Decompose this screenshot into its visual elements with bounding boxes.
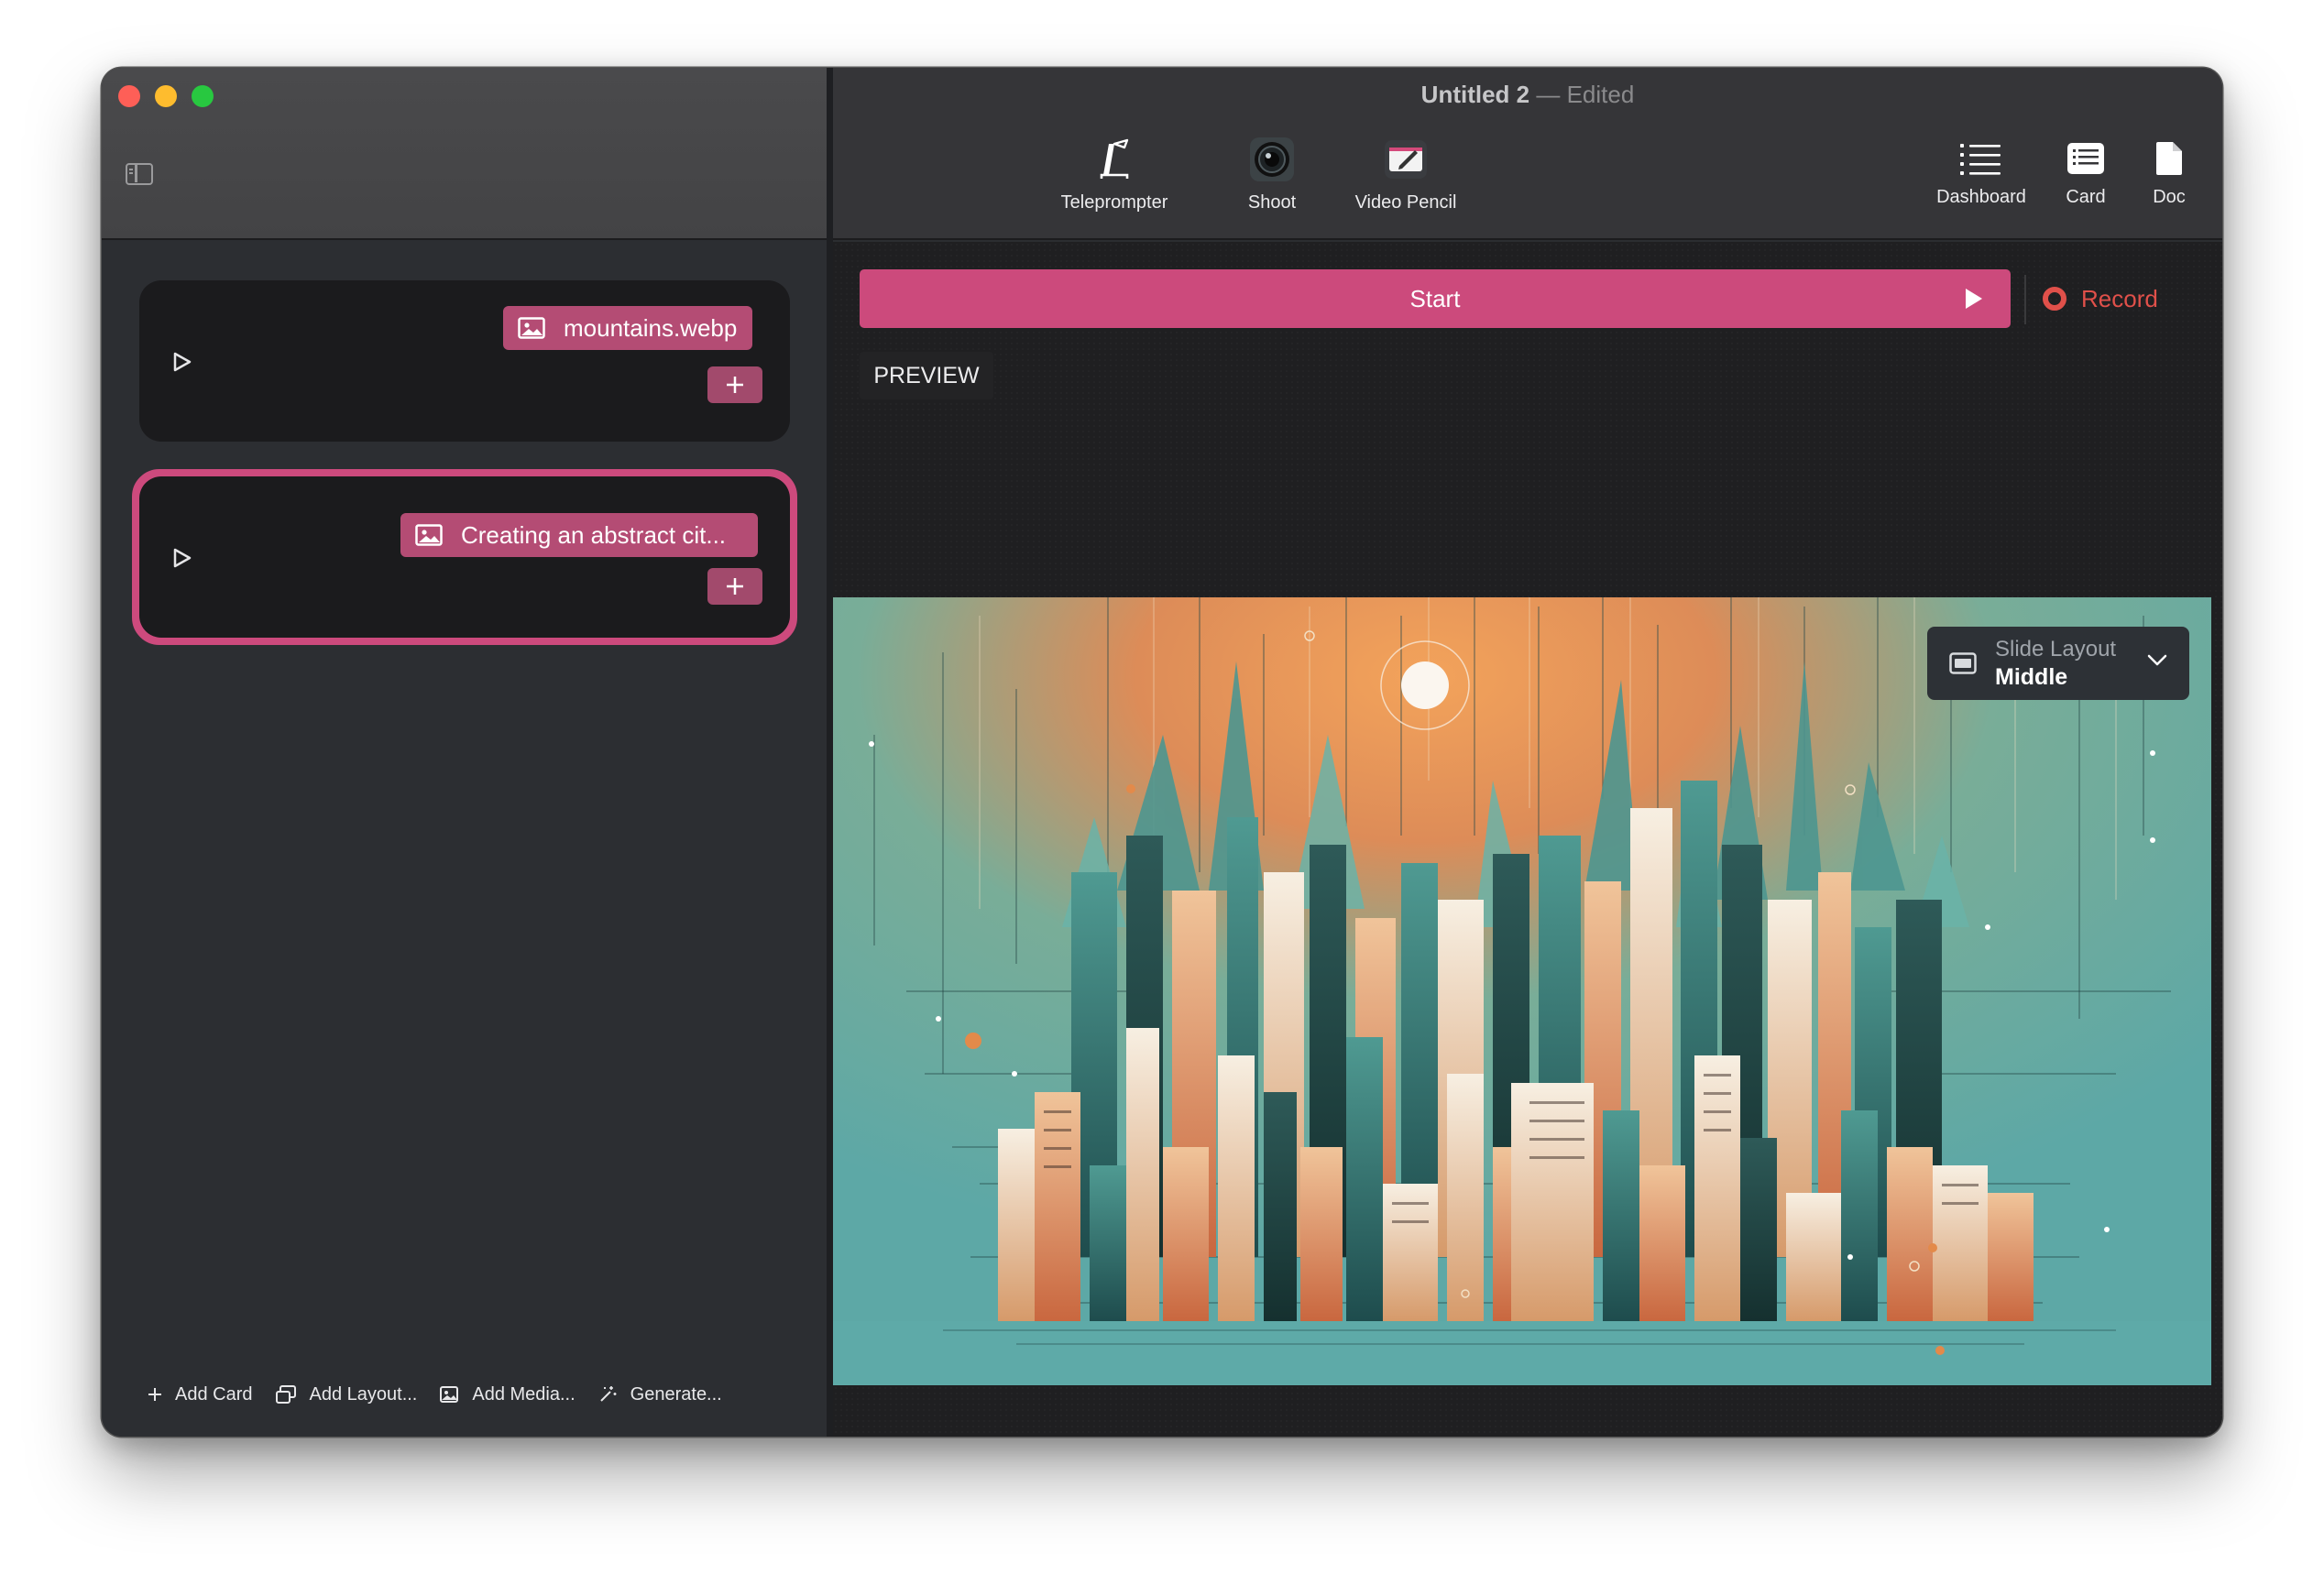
video-pencil-button[interactable]: Video Pencil bbox=[1337, 134, 1474, 213]
sparkle-wand-icon bbox=[599, 1386, 617, 1402]
window-title: Untitled 2 — Edited bbox=[833, 81, 2222, 109]
video-pencil-icon bbox=[1385, 140, 1427, 179]
doc-icon bbox=[2156, 142, 2182, 175]
sidebar: mountains.webp Creating an abstract cit. bbox=[102, 68, 827, 1437]
media-chip[interactable]: mountains.webp bbox=[503, 306, 753, 350]
slide-layout-icon bbox=[1949, 652, 1977, 674]
record-button[interactable]: Record bbox=[2043, 269, 2158, 328]
video-pencil-label: Video Pencil bbox=[1354, 192, 1457, 213]
chevron-down-icon bbox=[2147, 654, 2167, 666]
slide-layout-label: Slide Layout bbox=[1995, 637, 2117, 661]
card-label: Card bbox=[2066, 187, 2106, 207]
add-to-card-button[interactable] bbox=[707, 568, 762, 605]
add-card-label: Add Card bbox=[175, 1383, 253, 1405]
teleprompter-button[interactable]: Teleprompter bbox=[1052, 134, 1177, 213]
start-button[interactable]: Start bbox=[860, 269, 2011, 328]
media-chip[interactable]: Creating an abstract cit... bbox=[400, 513, 758, 557]
record-label: Record bbox=[2081, 284, 2158, 312]
layout-icon bbox=[275, 1385, 296, 1404]
sidebar-titlebar bbox=[102, 68, 827, 240]
play-card-icon[interactable] bbox=[172, 548, 192, 568]
plus-icon bbox=[727, 578, 743, 595]
plus-icon bbox=[148, 1388, 161, 1401]
slide-layout-value: Middle bbox=[1995, 664, 2068, 690]
card-2[interactable]: Creating an abstract cit... bbox=[139, 476, 790, 638]
add-to-card-button[interactable] bbox=[707, 366, 762, 403]
add-card-button[interactable]: Add Card bbox=[148, 1384, 253, 1405]
split-divider[interactable] bbox=[827, 68, 833, 1437]
card-1[interactable]: mountains.webp bbox=[139, 280, 790, 442]
slide-layout-dropdown[interactable]: Slide Layout Middle bbox=[1927, 627, 2189, 700]
media-icon bbox=[440, 1386, 459, 1403]
teleprompter-label: Teleprompter bbox=[1060, 192, 1168, 213]
add-layout-button[interactable]: Add Layout... bbox=[275, 1383, 418, 1405]
card-icon bbox=[2067, 143, 2104, 174]
camera-lens-icon bbox=[1250, 137, 1294, 181]
dashboard-label: Dashboard bbox=[1936, 187, 2026, 207]
add-layout-label: Add Layout... bbox=[309, 1383, 418, 1405]
minimize-window-button[interactable] bbox=[155, 85, 177, 107]
toolbar-separator bbox=[2024, 275, 2026, 324]
generate-label: Generate... bbox=[630, 1383, 722, 1405]
main-panel: Start Record PREVIEW Slide Layout Middle bbox=[833, 242, 2222, 1437]
doc-label: Doc bbox=[2153, 187, 2186, 207]
image-icon bbox=[415, 524, 443, 546]
image-icon bbox=[518, 317, 545, 339]
media-chip-label: Creating an abstract cit... bbox=[461, 520, 727, 549]
preview-image: Slide Layout Middle bbox=[833, 597, 2211, 1385]
play-card-icon[interactable] bbox=[172, 352, 192, 372]
record-icon bbox=[2043, 287, 2066, 311]
sidebar-toggle-icon[interactable] bbox=[126, 163, 153, 185]
preview-label: PREVIEW bbox=[860, 352, 993, 399]
dashboard-button[interactable]: Dashboard bbox=[1926, 137, 2036, 208]
generate-button[interactable]: Generate... bbox=[597, 1384, 722, 1405]
document-title: Untitled 2 bbox=[1420, 81, 1530, 108]
media-chip-label: mountains.webp bbox=[564, 313, 738, 342]
add-media-button[interactable]: Add Media... bbox=[439, 1383, 576, 1405]
plus-icon bbox=[727, 377, 743, 393]
card-view-button[interactable]: Card bbox=[2054, 137, 2118, 208]
zoom-window-button[interactable] bbox=[192, 85, 214, 107]
list-icon bbox=[1960, 144, 2001, 175]
play-icon bbox=[1966, 289, 1982, 309]
add-media-label: Add Media... bbox=[472, 1383, 576, 1405]
close-window-button[interactable] bbox=[118, 85, 140, 107]
shoot-label: Shoot bbox=[1247, 192, 1297, 213]
sidebar-footer: Add Card Add Layout... Add Media... Gene… bbox=[102, 1367, 827, 1422]
start-label: Start bbox=[1409, 284, 1461, 312]
shoot-button[interactable]: Shoot bbox=[1231, 134, 1313, 213]
toolbar: Untitled 2 — Edited Teleprompter Shoot V… bbox=[833, 68, 2222, 240]
doc-view-button[interactable]: Doc bbox=[2146, 137, 2192, 208]
app-window: mountains.webp Creating an abstract cit. bbox=[102, 68, 2222, 1437]
edited-status: Edited bbox=[1566, 81, 1635, 108]
title-separator: — bbox=[1536, 81, 1561, 108]
abstract-city-illustration bbox=[833, 597, 2211, 1385]
teleprompter-icon bbox=[1100, 138, 1129, 179]
